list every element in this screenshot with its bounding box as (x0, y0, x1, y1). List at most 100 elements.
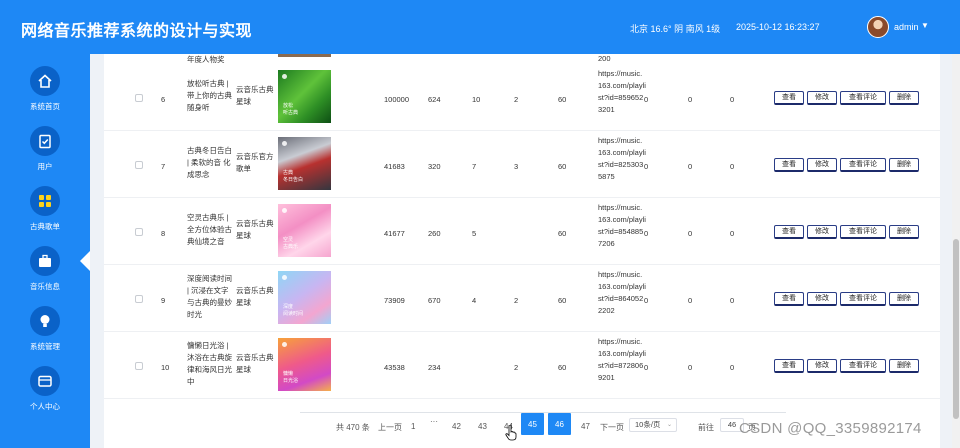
delete-button[interactable]: 删除 (889, 359, 919, 373)
view-comments-button[interactable]: 查看评论 (840, 158, 886, 172)
page-button[interactable]: 43 (478, 422, 487, 431)
scrollbar-thumb[interactable] (953, 239, 959, 419)
row-checkbox[interactable] (135, 295, 143, 303)
card-icon (30, 366, 60, 396)
logo-icon (282, 74, 287, 79)
cell-value: 60 (558, 296, 567, 305)
delete-button[interactable]: 删除 (889, 292, 919, 306)
row-checkbox[interactable] (135, 161, 143, 169)
cell-value: 320 (428, 162, 441, 171)
view-comments-button[interactable]: 查看评论 (840, 91, 886, 105)
delete-button[interactable]: 删除 (889, 91, 919, 105)
page-size-value: 10条/页 (635, 420, 661, 429)
sidebar-item-users[interactable]: 用户 (0, 126, 90, 186)
playlist-author: 云音乐官方歌单 (236, 152, 274, 173)
playlist-cover: 空灵 古典乐 (278, 204, 331, 257)
edit-button[interactable]: 修改 (807, 292, 837, 306)
logo-icon (282, 342, 287, 347)
row-checkbox[interactable] (135, 94, 143, 102)
row-checkbox[interactable] (135, 362, 143, 370)
page-button-first[interactable]: 1 (411, 422, 415, 431)
user-name[interactable]: admin (894, 22, 919, 32)
table-row: 10 慵懒日光浴 | 沐浴在古典旋律和海风日光中 云音乐古典星球 慵懒 日光浴 … (104, 332, 940, 399)
cell-value: 0 (644, 229, 649, 238)
cell-value: 670 (428, 296, 441, 305)
playlist-url: https://music.163.com/playlist?id=859652… (598, 69, 646, 114)
avatar[interactable] (867, 16, 889, 38)
edit-button[interactable]: 修改 (807, 225, 837, 239)
cell-value: 5 (472, 229, 477, 238)
view-button[interactable]: 查看 (774, 91, 804, 105)
cell-value: 7 (472, 162, 477, 171)
cell-value: 0 (644, 95, 649, 104)
sidebar-item-label: 系统管理 (30, 342, 60, 351)
logo-icon (282, 208, 287, 213)
cell-value: 2 (514, 363, 519, 372)
view-button[interactable]: 查看 (774, 225, 804, 239)
page-size-select[interactable]: 10条/页 ⌄ (629, 418, 677, 432)
cell-value: 0 (688, 162, 693, 171)
goto-label: 前往 (698, 423, 714, 432)
home-icon (30, 66, 60, 96)
delete-button[interactable]: 删除 (889, 158, 919, 172)
edit-button[interactable]: 修改 (807, 359, 837, 373)
hand-cursor-icon (505, 425, 517, 441)
cell-value: 0 (730, 95, 735, 104)
partial-row-cover (278, 54, 331, 57)
page-button-active[interactable]: 45 (521, 413, 544, 435)
page-button[interactable]: 42 (452, 422, 461, 431)
datetime: 2025-10-12 16:23:27 (736, 22, 820, 32)
sidebar-item-personal-center[interactable]: 个人中心 (0, 366, 90, 426)
playlist-cover: 慵懒 日光浴 (278, 338, 331, 391)
playlist-author: 云音乐古典星球 (236, 353, 274, 374)
cell-value: 41683 (384, 162, 405, 171)
edit-button[interactable]: 修改 (807, 158, 837, 172)
playlist-cover: 古典 冬日告白 (278, 137, 331, 190)
sidebar-item-label: 系统首页 (30, 102, 60, 111)
playlist-name: 放松听古典 | 带上你的古典随身听 (187, 79, 232, 112)
logo-icon (282, 141, 287, 146)
cell-value: 0 (644, 162, 649, 171)
cell-value: 10 (472, 95, 481, 104)
playlist-url: https://music.163.com/playlist?id=872806… (598, 337, 646, 382)
sidebar-item-music-info[interactable]: 音乐信息 (0, 246, 90, 306)
edit-button[interactable]: 修改 (807, 91, 837, 105)
view-comments-button[interactable]: 查看评论 (840, 359, 886, 373)
view-button[interactable]: 查看 (774, 292, 804, 306)
row-index: 10 (161, 363, 170, 372)
chevron-down-icon[interactable]: ▼ (921, 21, 929, 30)
chevron-down-icon: ⌄ (666, 422, 672, 428)
next-page-button[interactable]: 下一页 (600, 422, 624, 433)
pagination-ellipsis[interactable]: ··· (430, 417, 438, 426)
cell-value: 0 (730, 162, 735, 171)
pagination-total: 共 470 条 (336, 423, 370, 432)
clipboard-icon (30, 126, 60, 156)
page-button-active[interactable]: 46 (548, 413, 571, 435)
sidebar-item-classical-playlists[interactable]: 古典歌单 (0, 186, 90, 246)
briefcase-icon (30, 246, 60, 276)
prev-page-button[interactable]: 上一页 (378, 422, 402, 433)
cell-value: 0 (688, 296, 693, 305)
cell-value: 260 (428, 229, 441, 238)
row-checkbox[interactable] (135, 228, 143, 236)
sidebar-item-system-management[interactable]: 系统管理 (0, 306, 90, 366)
view-button[interactable]: 查看 (774, 158, 804, 172)
scrollbar[interactable] (952, 54, 960, 448)
view-comments-button[interactable]: 查看评论 (840, 292, 886, 306)
row-index: 6 (161, 95, 166, 104)
page-button[interactable]: 47 (581, 422, 590, 431)
row-index: 9 (161, 296, 166, 305)
view-comments-button[interactable]: 查看评论 (840, 225, 886, 239)
weather-info: 北京 16.6° 阴 南风 1级 (630, 24, 721, 34)
cell-value: 3 (514, 162, 519, 171)
table-row: 8 空灵古典乐 | 全方位体验古典仙境之音 云音乐古典星球 空灵 古典乐 416… (104, 198, 940, 265)
delete-button[interactable]: 删除 (889, 225, 919, 239)
cell-value: 100000 (384, 95, 410, 104)
cell-value: 41677 (384, 229, 405, 238)
sidebar-item-home[interactable]: 系统首页 (0, 66, 90, 126)
sidebar-item-label: 个人中心 (30, 402, 60, 411)
cell-value: 0 (688, 95, 693, 104)
playlist-cover: 放松 听古典 (278, 70, 331, 123)
sidebar: 系统首页 用户 古典歌单 音乐信息 系统管理 个人中心 (0, 54, 92, 448)
view-button[interactable]: 查看 (774, 359, 804, 373)
